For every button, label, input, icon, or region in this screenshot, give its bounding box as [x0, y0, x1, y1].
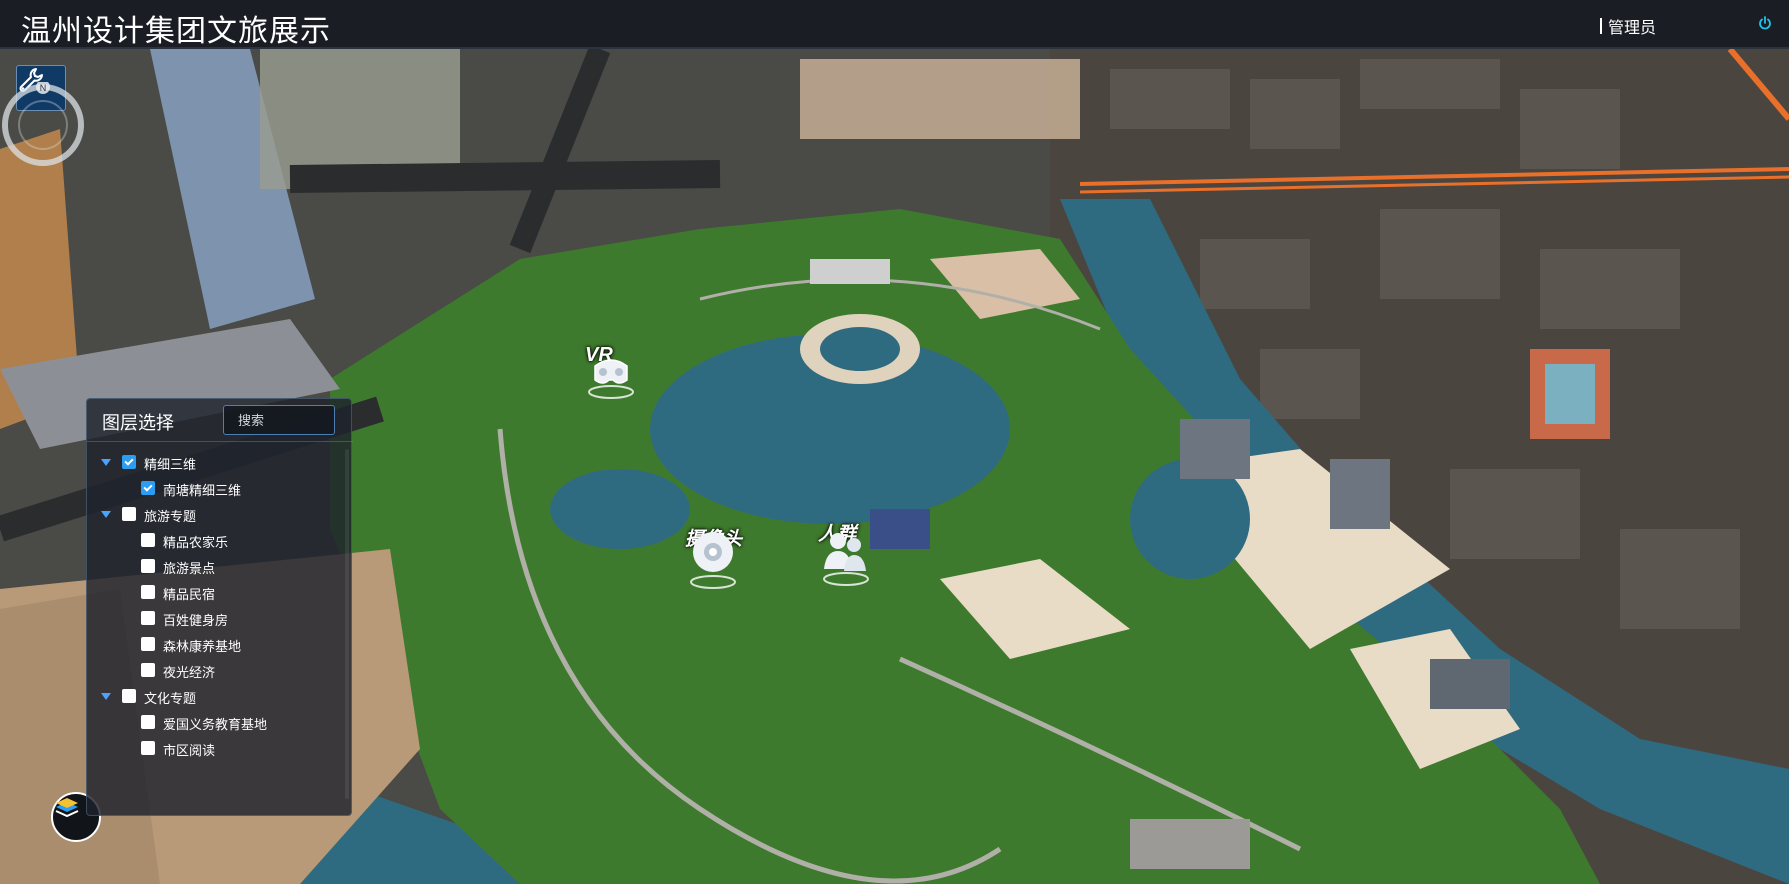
layer-group-tourism[interactable]: 旅游专题	[87, 501, 353, 527]
layer-checkbox[interactable]	[141, 637, 155, 651]
layer-checkbox[interactable]	[141, 611, 155, 625]
app-title: 温州设计集团文旅展示	[21, 15, 331, 48]
layer-label: 精品民宿	[163, 587, 216, 602]
layer-label: 百姓健身房	[163, 613, 229, 628]
layer-label: 夜光经济	[163, 665, 216, 680]
layer-item[interactable]: 旅游景点	[87, 553, 353, 579]
expand-arrow-icon[interactable]	[101, 511, 111, 518]
crowd-marker[interactable]: 人群	[818, 519, 869, 586]
layer-panel: 图层选择 精细三维 南塘精细三维 旅游专题 精品农家乐 旅游景点 精品民宿	[86, 398, 353, 816]
layer-item[interactable]: 精品民宿	[87, 579, 353, 605]
layer-checkbox[interactable]	[141, 559, 155, 573]
expand-arrow-icon[interactable]	[101, 459, 111, 466]
layer-label: 精细三维	[144, 457, 197, 472]
layer-checkbox[interactable]	[141, 585, 155, 599]
layer-checkbox[interactable]	[122, 507, 136, 521]
layer-group-fine-3d[interactable]: 精细三维	[87, 449, 353, 475]
layer-label: 文化专题	[144, 691, 197, 706]
layer-group-culture[interactable]: 文化专题	[87, 683, 353, 709]
camera-marker[interactable]: 摄像头	[685, 524, 742, 589]
user-name: 管理员	[1608, 20, 1657, 37]
layer-checkbox[interactable]	[141, 481, 155, 495]
layer-label: 爱国义务教育基地	[163, 717, 268, 732]
layer-checkbox[interactable]	[141, 663, 155, 677]
layer-checkbox[interactable]	[141, 533, 155, 547]
layer-tree: 精细三维 南塘精细三维 旅游专题 精品农家乐 旅游景点 精品民宿 百姓健身房 森…	[87, 449, 353, 761]
crowd-icon	[823, 533, 869, 586]
user-menu[interactable]: 管理员	[1600, 14, 1656, 38]
user-divider	[1600, 18, 1602, 34]
layer-panel-title: 图层选择	[102, 413, 174, 433]
vr-headset-icon	[588, 359, 634, 399]
layer-item[interactable]: 森林康养基地	[87, 631, 353, 657]
layer-search-input[interactable]	[223, 405, 335, 435]
layer-item[interactable]: 精品农家乐	[87, 527, 353, 553]
layer-item[interactable]: 市区阅读	[87, 735, 353, 761]
layer-label: 森林康养基地	[163, 639, 242, 654]
layer-item[interactable]: 爱国义务教育基地	[87, 709, 353, 735]
layer-label: 南塘精细三维	[163, 483, 242, 498]
svg-text:N: N	[40, 83, 47, 93]
expand-arrow-icon[interactable]	[101, 693, 111, 700]
power-icon[interactable]	[1758, 16, 1772, 30]
layer-item-nantang-3d[interactable]: 南塘精细三维	[87, 475, 353, 501]
layer-checkbox[interactable]	[122, 689, 136, 703]
camera-icon	[690, 532, 736, 589]
layer-label: 精品农家乐	[163, 535, 229, 550]
compass-icon[interactable]: N	[0, 82, 86, 168]
layer-label: 旅游景点	[163, 561, 216, 576]
layer-checkbox[interactable]	[122, 455, 136, 469]
layer-label: 旅游专题	[144, 509, 197, 524]
layer-checkbox[interactable]	[141, 715, 155, 729]
panel-divider	[87, 441, 353, 442]
layers-icon	[55, 798, 79, 818]
vr-marker[interactable]: VR	[585, 344, 634, 399]
layer-label: 市区阅读	[163, 743, 216, 758]
top-bar: 温州设计集团文旅展示 管理员	[0, 0, 1789, 49]
layer-item[interactable]: 夜光经济	[87, 657, 353, 683]
layer-checkbox[interactable]	[141, 741, 155, 755]
layer-item[interactable]: 百姓健身房	[87, 605, 353, 631]
